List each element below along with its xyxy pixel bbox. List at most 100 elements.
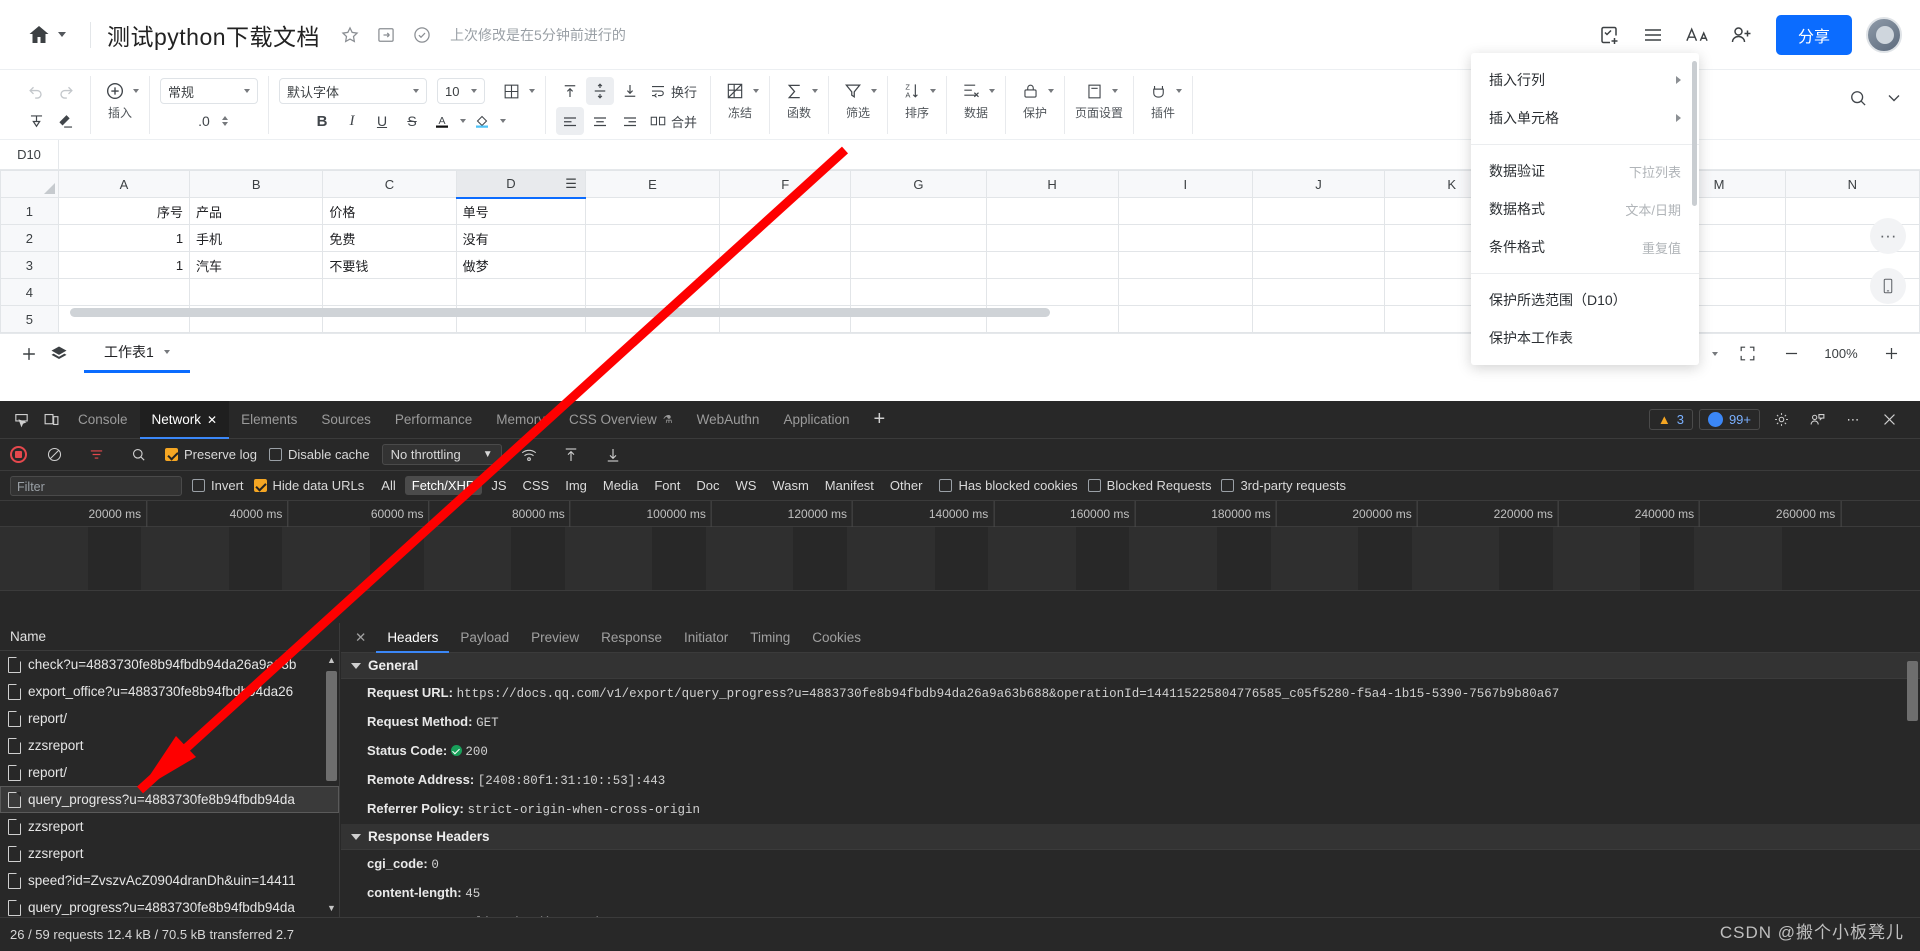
detail-section-header[interactable]: Response Headers bbox=[341, 824, 1920, 850]
page-setup-icon[interactable] bbox=[1080, 77, 1108, 105]
align-bottom-icon[interactable] bbox=[616, 77, 644, 105]
column-header-F[interactable]: F bbox=[719, 170, 852, 198]
chevron-down-icon[interactable] bbox=[812, 89, 819, 93]
underline-button[interactable]: U bbox=[368, 107, 396, 135]
record-button[interactable] bbox=[10, 446, 27, 463]
request-row[interactable]: query_progress?u=4883730fe8b94fbdb94da bbox=[0, 786, 339, 813]
task-add-icon[interactable] bbox=[1590, 18, 1628, 52]
column-header-G[interactable]: G bbox=[850, 170, 987, 198]
number-style-select[interactable]: 常规 bbox=[160, 78, 258, 104]
filter-type-other[interactable]: Other bbox=[883, 476, 930, 495]
grid-cell[interactable] bbox=[455, 278, 586, 306]
grid-cell[interactable] bbox=[850, 197, 987, 225]
all-sheets-icon[interactable] bbox=[44, 339, 74, 369]
row-header-1[interactable]: 1 bbox=[0, 197, 59, 225]
devtools-tab-performance[interactable]: Performance bbox=[383, 401, 484, 439]
more-options-icon[interactable]: ··· bbox=[1870, 218, 1906, 254]
font-size-icon[interactable] bbox=[1678, 18, 1716, 52]
paint-format-icon[interactable] bbox=[22, 107, 50, 135]
decimal-button[interactable]: .0 bbox=[190, 107, 218, 135]
device-toolbar-icon[interactable] bbox=[36, 405, 66, 435]
preserve-log-checkbox[interactable]: Preserve log bbox=[165, 447, 257, 462]
grid-cell[interactable]: 价格 bbox=[322, 197, 457, 225]
grid-cell[interactable]: 免费 bbox=[322, 224, 457, 252]
chevron-down-icon[interactable] bbox=[529, 89, 535, 93]
devtools-tab-elements[interactable]: Elements bbox=[229, 401, 309, 439]
devtools-tab-console[interactable]: Console bbox=[66, 401, 140, 439]
detail-tab-preview[interactable]: Preview bbox=[520, 623, 590, 653]
grid-cell[interactable]: 产品 bbox=[189, 197, 324, 225]
zoom-out-button[interactable] bbox=[1776, 339, 1806, 369]
grid-cell[interactable] bbox=[584, 278, 721, 306]
grid-cell[interactable] bbox=[1117, 224, 1253, 252]
align-center-icon[interactable] bbox=[586, 107, 614, 135]
grid-cell[interactable]: 单号 bbox=[455, 197, 586, 225]
request-list-scroll-thumb[interactable] bbox=[326, 671, 337, 781]
grid-cell[interactable] bbox=[584, 197, 721, 225]
export-har-icon[interactable] bbox=[598, 440, 628, 470]
plugin-icon[interactable] bbox=[1144, 77, 1172, 105]
column-header-J[interactable]: J bbox=[1251, 170, 1386, 198]
star-icon[interactable] bbox=[336, 21, 364, 49]
strikethrough-button[interactable]: S bbox=[398, 107, 426, 135]
undo-button[interactable] bbox=[22, 77, 50, 105]
grid-cell[interactable] bbox=[1117, 197, 1253, 225]
add-collaborator-icon[interactable] bbox=[1722, 18, 1760, 52]
grid-cell[interactable] bbox=[1117, 305, 1253, 333]
chevron-down-icon[interactable] bbox=[163, 350, 170, 354]
grid-cell[interactable] bbox=[1251, 197, 1386, 225]
sheet-tab[interactable]: 工作表1 bbox=[84, 334, 190, 373]
decimal-stepper[interactable] bbox=[222, 116, 228, 126]
filter-type-media[interactable]: Media bbox=[596, 476, 645, 495]
invert-checkbox[interactable]: Invert bbox=[192, 478, 244, 493]
sort-icon[interactable]: ZA bbox=[898, 77, 926, 105]
chevron-down-icon[interactable] bbox=[500, 119, 506, 123]
bold-button[interactable]: B bbox=[308, 107, 336, 135]
chevron-down-icon[interactable] bbox=[1112, 89, 1119, 93]
grid-cell[interactable] bbox=[1784, 305, 1920, 333]
grid-cell[interactable]: 手机 bbox=[189, 224, 324, 252]
request-row[interactable]: zzsreport bbox=[0, 732, 339, 759]
row-header-4[interactable]: 4 bbox=[0, 278, 59, 306]
disable-cache-checkbox[interactable]: Disable cache bbox=[268, 447, 370, 462]
grid-cell[interactable] bbox=[57, 278, 191, 306]
data-icon[interactable] bbox=[957, 77, 985, 105]
grid-cell[interactable]: 1 bbox=[57, 251, 191, 279]
grid-cell[interactable] bbox=[850, 278, 987, 306]
filter-type-fetch-xhr[interactable]: Fetch/XHR bbox=[404, 476, 483, 495]
column-header-N[interactable]: N bbox=[1784, 170, 1920, 198]
insert-plus-icon[interactable] bbox=[101, 77, 129, 105]
grid-cell[interactable] bbox=[985, 278, 1119, 306]
filter-toggle-icon[interactable] bbox=[81, 440, 111, 470]
detail-tab-cookies[interactable]: Cookies bbox=[801, 623, 872, 653]
column-header-D[interactable]: D ☰ bbox=[455, 170, 586, 199]
menu-item[interactable]: 数据格式 文本/日期 bbox=[1471, 190, 1699, 228]
add-sheet-icon[interactable] bbox=[14, 339, 44, 369]
throttling-select[interactable]: No throttling ▼ bbox=[381, 444, 502, 465]
grid-cell[interactable] bbox=[189, 278, 324, 306]
row-header-2[interactable]: 2 bbox=[0, 224, 59, 252]
menu-item[interactable]: 数据验证 下拉列表 bbox=[1471, 152, 1699, 190]
move-to-folder-icon[interactable] bbox=[372, 21, 400, 49]
grid-cell[interactable] bbox=[1784, 197, 1920, 225]
fill-color-button[interactable] bbox=[468, 107, 496, 135]
chevron-down-icon[interactable] bbox=[989, 89, 996, 93]
filter-type-all[interactable]: All bbox=[374, 476, 402, 495]
scroll-up-arrow[interactable]: ▲ bbox=[326, 653, 337, 667]
devtools-tab-css-overview[interactable]: CSS Overview ⚗ bbox=[557, 401, 685, 439]
grid-cell[interactable] bbox=[1251, 251, 1386, 279]
detail-tab-timing[interactable]: Timing bbox=[739, 623, 801, 653]
import-har-icon[interactable] bbox=[556, 440, 586, 470]
request-row[interactable]: report/ bbox=[0, 759, 339, 786]
wrap-text-button[interactable]: 换行 bbox=[646, 77, 700, 105]
chevron-down-icon[interactable] bbox=[460, 119, 466, 123]
grid-cell[interactable] bbox=[719, 197, 852, 225]
text-color-button[interactable]: A bbox=[428, 107, 456, 135]
grid-cell[interactable]: 没有 bbox=[455, 224, 586, 252]
grid-cell[interactable] bbox=[584, 224, 721, 252]
close-tab-icon[interactable]: ✕ bbox=[207, 413, 217, 427]
grid-cell[interactable] bbox=[1251, 224, 1386, 252]
chevron-down-icon[interactable] bbox=[1712, 351, 1718, 356]
grid-cell[interactable]: 序号 bbox=[57, 197, 191, 225]
grid-cell[interactable] bbox=[1251, 278, 1386, 306]
